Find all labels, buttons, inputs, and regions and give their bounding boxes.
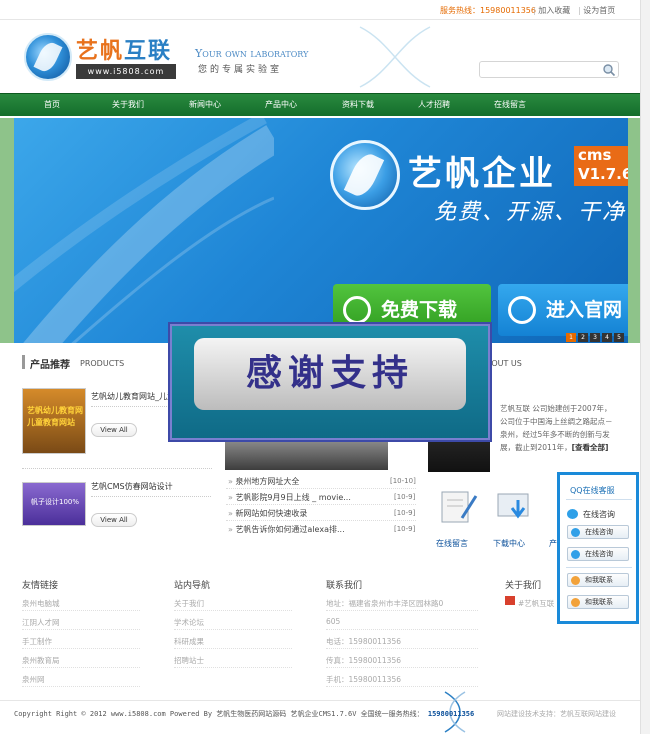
arrow-right-icon xyxy=(508,296,536,324)
nav-home[interactable]: 首页 xyxy=(17,94,87,116)
banner-swirl-decoration xyxy=(14,118,274,343)
nav-news[interactable]: 新闻中心 xyxy=(170,94,240,116)
banner-page-5[interactable]: 5 xyxy=(614,333,624,342)
quick-link-download[interactable]: 下载中心 xyxy=(493,538,525,549)
footer-link[interactable]: 科研成果 xyxy=(174,636,204,647)
banner-title: 艺帆企业 xyxy=(408,154,556,194)
view-all-button-1[interactable]: View All xyxy=(91,423,137,437)
banner-page-1[interactable]: 1 xyxy=(566,333,576,342)
copyright-text: Copyright Right © 2012 www.i5808.com Pow… xyxy=(14,710,475,718)
qq-contact-button-2[interactable]: 和我联系 xyxy=(567,595,629,609)
products-title: 产品推荐 xyxy=(30,360,70,371)
download-arrow-icon xyxy=(343,296,371,324)
footer-title-contact: 联系我们 xyxy=(326,581,363,591)
footer-link[interactable]: #艺帆互联 xyxy=(518,598,554,609)
visit-site-button[interactable]: 进入官网 xyxy=(498,284,628,336)
banner-page-3[interactable]: 3 xyxy=(590,333,600,342)
banner-edge-right xyxy=(628,118,640,343)
slogan-chinese: 您的专属实验室 xyxy=(198,65,283,75)
qq-consult-button-2[interactable]: 在线咨询 xyxy=(567,547,629,561)
add-favorite-link[interactable]: | 加入收藏 xyxy=(533,5,570,16)
search-icon[interactable] xyxy=(602,63,616,77)
message-board-icon[interactable] xyxy=(436,490,480,524)
nav-products[interactable]: 产品中心 xyxy=(246,94,316,116)
footer-title-nav: 站内导航 xyxy=(174,581,211,591)
product-thumb-2[interactable]: 帆子设计100% xyxy=(22,482,86,526)
set-homepage-link[interactable]: | 设为首页 xyxy=(578,5,615,16)
logo-url: www.i5808.com xyxy=(76,64,176,79)
news-item[interactable]: 艺帆影院9月9日上线 _ movie... xyxy=(228,492,350,503)
banner-page-2[interactable]: 2 xyxy=(578,333,588,342)
contact-fax: 传真：15980011356 xyxy=(326,656,401,665)
qq-icon xyxy=(567,509,578,519)
dna-decoration-icon xyxy=(359,26,431,88)
tech-support-link[interactable]: 网站建设技术支持：艺帆互联网站建设 xyxy=(497,709,616,719)
qq-icon xyxy=(571,576,580,585)
thanks-text: 感谢支持 xyxy=(194,338,466,410)
quick-link-message[interactable]: 在线留言 xyxy=(436,538,468,549)
thanks-popup: 感谢支持 xyxy=(168,322,492,442)
contact-phone: 电话：15980011356 xyxy=(326,637,401,646)
banner-tagline: 免费、开源、干净 xyxy=(434,200,627,225)
products-subtitle: PRODUCTS xyxy=(80,359,125,368)
qq-service-panel: QQ在线客服 在线咨询 在线咨询 在线咨询 和我联系 和我联系 xyxy=(557,472,639,624)
news-item[interactable]: 泉州地方网址大全 xyxy=(228,476,299,487)
news-item[interactable]: 艺帆告诉你如何通过alexa排... xyxy=(228,524,344,535)
about-more-link[interactable]: [查看全部] xyxy=(572,443,609,452)
service-hotline: 服务热线：15980011356 xyxy=(440,6,536,15)
footer-link[interactable]: 泉州电脑城 xyxy=(22,598,60,609)
banner-page-4[interactable]: 4 xyxy=(602,333,612,342)
qq-online-header: 在线咨询 xyxy=(567,509,615,520)
footer-title-links: 友情链接 xyxy=(22,581,59,591)
news-image[interactable] xyxy=(225,440,388,470)
product-name-2[interactable]: 艺帆CMS仿春网站设计 xyxy=(91,481,173,492)
footer-link[interactable]: 招聘站士 xyxy=(174,655,204,666)
qq-icon xyxy=(571,550,580,559)
product-thumb-1[interactable]: 艺帆幼儿教育网 儿童教育网站 xyxy=(22,388,86,454)
download-center-icon[interactable] xyxy=(494,490,538,524)
main-nav: 首页 关于我们 新闻中心 产品中心 资料下载 人才招聘 在线留言 xyxy=(0,93,650,116)
nav-about[interactable]: 关于我们 xyxy=(93,94,163,116)
slogan-english: Your own laboratory xyxy=(195,47,309,60)
logo-text[interactable]: 艺帆互联 xyxy=(76,33,172,65)
section-marker xyxy=(22,355,25,369)
view-all-button-2[interactable]: View All xyxy=(91,513,137,527)
contact-address: 地址：福建省泉州市丰泽区园林路0 xyxy=(326,599,444,608)
footer-link[interactable]: 关于我们 xyxy=(174,598,204,609)
qq-icon xyxy=(571,598,580,607)
qq-panel-title: QQ在线客服 xyxy=(570,486,615,495)
nav-message[interactable]: 在线留言 xyxy=(475,94,545,116)
nav-jobs[interactable]: 人才招聘 xyxy=(399,94,469,116)
contact-mobile: 手机：15980011356 xyxy=(326,675,401,684)
search-box[interactable] xyxy=(479,61,619,78)
search-input[interactable] xyxy=(480,62,598,77)
footer-link[interactable]: 泉州网 xyxy=(22,674,45,685)
about-summary: 艺帆互联 公司始建创于2007年，公司位于中国海上丝绸之路起点－泉州，经过5年多… xyxy=(500,404,613,452)
qq-icon xyxy=(571,528,580,537)
banner-edge-left xyxy=(0,118,14,343)
version-badge: cms V1.7.6 xyxy=(574,146,628,186)
footer-link[interactable]: 学术论坛 xyxy=(174,617,204,628)
footer-link[interactable]: 泉州教育局 xyxy=(22,655,60,666)
hero-banner[interactable]: 艺帆企业 cms V1.7.6 免费、开源、干净 免费下载 进入官网 xyxy=(14,118,628,343)
cms-logo-icon xyxy=(330,140,400,210)
tag-icon xyxy=(505,596,515,605)
logo-icon xyxy=(24,33,72,81)
qq-consult-button-1[interactable]: 在线咨询 xyxy=(567,525,629,539)
quick-link-products[interactable]: 产 xyxy=(549,538,557,549)
nav-downloads[interactable]: 资料下载 xyxy=(323,94,393,116)
news-item[interactable]: 新网站如何快速收录 xyxy=(228,508,307,519)
qq-contact-button-1[interactable]: 和我联系 xyxy=(567,573,629,587)
contact-address-cont: 605 xyxy=(326,617,341,626)
footer-title-about: 关于我们 xyxy=(505,581,542,591)
scrollbar[interactable] xyxy=(640,0,650,734)
footer-link[interactable]: 手工制作 xyxy=(22,636,52,647)
footer-link[interactable]: 江阴人才网 xyxy=(22,617,60,628)
